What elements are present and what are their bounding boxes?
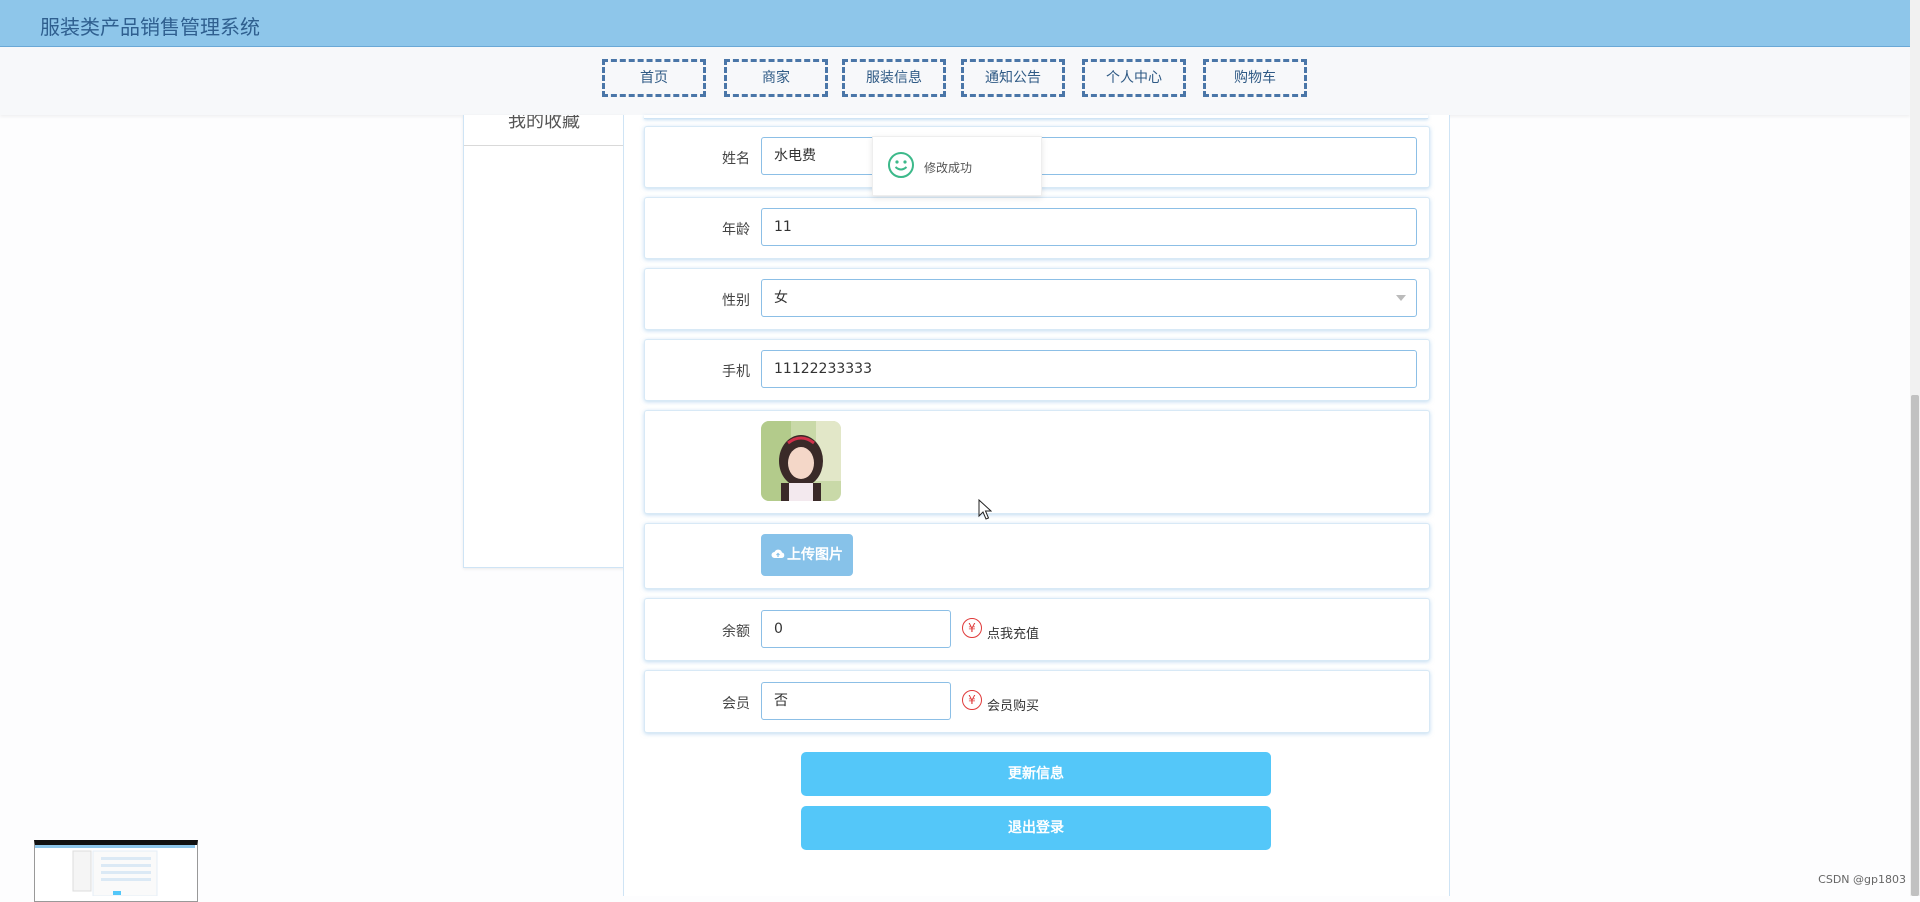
previous-row-edge <box>644 115 1428 119</box>
form-row-member: 会员 否 ¥ 会员购买 <box>644 670 1430 733</box>
age-input[interactable]: 11 <box>761 208 1417 246</box>
recharge-link[interactable]: 点我充值 <box>987 623 1039 642</box>
sidebar: 我的收藏 <box>463 115 625 568</box>
chevron-down-icon <box>1396 295 1406 301</box>
watermark: CSDN @gp1803 <box>1818 873 1906 886</box>
gender-select-value: 女 <box>774 290 788 306</box>
buy-membership-link[interactable]: 会员购买 <box>987 695 1039 714</box>
name-input[interactable]: 水电费 <box>761 137 1417 175</box>
app-title: 服装类产品销售管理系统 <box>40 15 260 39</box>
toast-message: 修改成功 <box>924 161 973 175</box>
nav-cart[interactable]: 购物车 <box>1203 59 1307 97</box>
form-row-phone: 手机 11122233333 <box>644 339 1430 401</box>
page-scrollbar[interactable] <box>1910 0 1920 896</box>
thumbnail-preview[interactable] <box>34 840 198 902</box>
upload-image-button[interactable]: 上传图片 <box>761 534 853 576</box>
balance-label: 余额 <box>722 624 750 640</box>
upload-image-label: 上传图片 <box>787 547 843 563</box>
form-row-balance: 余额 0 ¥ 点我充值 <box>644 598 1430 661</box>
balance-input[interactable]: 0 <box>761 610 951 648</box>
nav-notice[interactable]: 通知公告 <box>961 59 1065 97</box>
app-header: 服装类产品销售管理系统 <box>0 0 1910 47</box>
sidebar-item-favorites[interactable]: 我的收藏 <box>464 115 624 146</box>
success-toast: 修改成功 <box>872 136 1042 196</box>
form-row-age: 年龄 11 <box>644 197 1430 259</box>
name-label: 姓名 <box>722 151 750 167</box>
nav-personal-center[interactable]: 个人中心 <box>1082 59 1186 97</box>
member-input[interactable]: 否 <box>761 682 951 720</box>
cloud-upload-icon <box>771 549 785 558</box>
member-label: 会员 <box>722 696 750 712</box>
gender-label: 性别 <box>722 293 750 309</box>
age-label: 年龄 <box>722 222 750 238</box>
update-info-button[interactable]: 更新信息 <box>801 752 1271 796</box>
gender-select[interactable]: 女 <box>761 279 1417 317</box>
logout-button[interactable]: 退出登录 <box>801 806 1271 850</box>
top-nav: 首页 商家 服装信息 通知公告 个人中心 购物车 <box>0 47 1910 115</box>
form-row-gender: 性别 女 <box>644 268 1430 330</box>
nav-home[interactable]: 首页 <box>602 59 706 97</box>
yuan-icon: ¥ <box>962 618 982 638</box>
yuan-icon: ¥ <box>962 690 982 710</box>
form-row-avatar <box>644 410 1430 514</box>
nav-merchant[interactable]: 商家 <box>724 59 828 97</box>
cursor-icon <box>978 499 992 520</box>
nav-clothing-info[interactable]: 服装信息 <box>842 59 946 97</box>
form-row-upload: 上传图片 <box>644 523 1430 589</box>
avatar <box>761 421 841 501</box>
phone-label: 手机 <box>722 364 750 380</box>
smile-icon <box>888 152 914 178</box>
phone-input[interactable]: 11122233333 <box>761 350 1417 388</box>
scrollbar-thumb[interactable] <box>1911 395 1919 896</box>
